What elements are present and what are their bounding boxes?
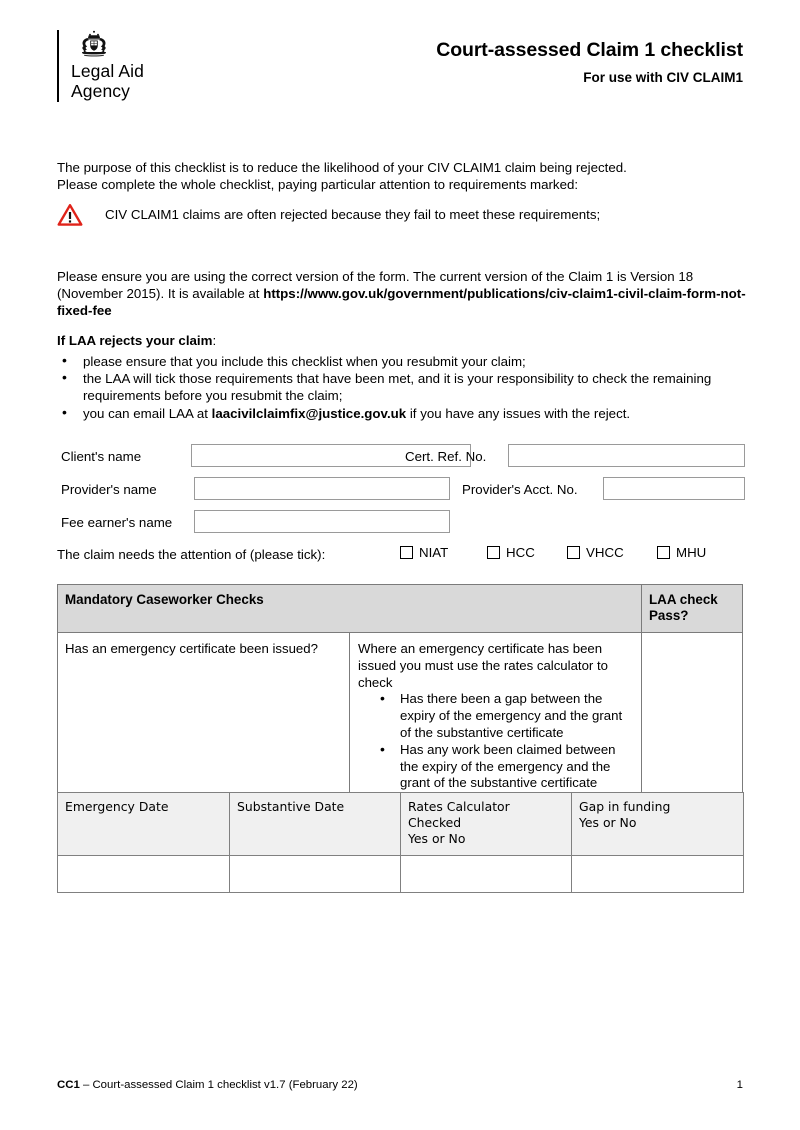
- clients-name-label: Client's name: [61, 449, 142, 464]
- logo-text-block: Legal Aid Agency: [71, 30, 144, 101]
- footer-text: CC1 – Court-assessed Claim 1 checklist v…: [57, 1078, 358, 1093]
- cell-substantive-date[interactable]: [229, 855, 401, 893]
- attention-label: The claim needs the attention of (please…: [57, 547, 326, 562]
- providers-acct-no-input[interactable]: [603, 477, 745, 500]
- warning-callout: CIV CLAIM1 claims are often rejected bec…: [57, 203, 747, 227]
- title-block: Court-assessed Claim 1 checklist For use…: [436, 38, 743, 88]
- table-header-row: Mandatory Caseworker Checks LAA check Pa…: [57, 584, 743, 633]
- list-item: please ensure that you include this chec…: [57, 352, 747, 370]
- attention-tick-row: The claim needs the attention of (please…: [57, 545, 747, 565]
- laa-check-header-line2: Pass?: [649, 608, 689, 623]
- bullet-text: please ensure that you include this chec…: [83, 354, 526, 369]
- version-paragraph: Please ensure you are using the correct …: [57, 269, 747, 319]
- fee-earners-name-input[interactable]: [194, 510, 450, 533]
- checkbox-label: VHCC: [586, 545, 624, 560]
- reject-section-bullets: please ensure that you include this chec…: [57, 352, 747, 422]
- column-header-emergency-date: Emergency Date: [57, 792, 230, 856]
- column-header-substantive-date: Substantive Date: [229, 792, 401, 856]
- cell-rates-calculator-checked[interactable]: [400, 855, 572, 893]
- laa-check-header-line1: LAA check: [649, 592, 718, 607]
- bullet-text-prefix: you can email LAA at: [83, 405, 212, 421]
- cert-ref-no-input[interactable]: [508, 444, 745, 467]
- checkbox-box-icon[interactable]: [657, 546, 670, 559]
- checkbox-label: NIAT: [419, 545, 449, 560]
- page-header: Legal Aid Agency Court-assessed Claim 1 …: [57, 30, 743, 116]
- column-header-line1: Substantive Date: [237, 799, 345, 814]
- check-detail-intro: Where an emergency certificate has been …: [358, 641, 608, 690]
- checkbox-hcc[interactable]: HCC: [487, 545, 535, 560]
- organisation-name-line1: Legal Aid: [71, 61, 144, 81]
- column-header-line1: Emergency Date: [65, 799, 169, 814]
- form-row-client: Client's name Cert. Ref. No.: [57, 444, 747, 477]
- claim-details-form: Client's name Cert. Ref. No. Provider's …: [57, 444, 747, 543]
- dates-table: Emergency Date Substantive Date Rates Ca…: [57, 792, 744, 893]
- form-row-fee-earner: Fee earner's name: [57, 510, 747, 543]
- document-page: Legal Aid Agency Court-assessed Claim 1 …: [0, 0, 800, 1130]
- checkbox-mhu[interactable]: MHU: [657, 545, 706, 560]
- providers-name-label: Provider's name: [61, 482, 157, 497]
- list-item: Has any work been claimed between the ex…: [358, 741, 633, 792]
- checkbox-box-icon[interactable]: [400, 546, 413, 559]
- footer-doc-title: – Court-assessed Claim 1 checklist v1.7 …: [79, 1079, 358, 1091]
- cell-gap-in-funding[interactable]: [571, 855, 744, 893]
- checkbox-label: MHU: [676, 545, 707, 560]
- list-item: you can email LAA at laacivilclaimfix@ju…: [57, 404, 747, 422]
- cert-ref-no-label: Cert. Ref. No.: [405, 449, 487, 464]
- bullet-text-suffix: if you have any issues with the reject.: [406, 405, 631, 421]
- checkbox-box-icon[interactable]: [487, 546, 500, 559]
- list-item: Has there been a gap between the expiry …: [358, 690, 633, 741]
- column-header-line2: Yes or No: [579, 815, 637, 830]
- reject-section-heading-bold: If LAA rejects your claim: [57, 333, 213, 348]
- column-header-line2: Yes or No: [408, 831, 466, 846]
- table-row: [57, 855, 744, 893]
- column-header-line1: Rates Calculator Checked: [408, 799, 510, 830]
- checkbox-niat[interactable]: NIAT: [400, 545, 448, 560]
- footer-doc-code: CC1: [57, 1079, 80, 1091]
- warning-triangle-icon: [57, 204, 83, 226]
- cell-emergency-date[interactable]: [57, 855, 230, 893]
- fee-earners-name-label: Fee earner's name: [61, 515, 173, 530]
- checks-header-main: Mandatory Caseworker Checks: [57, 584, 642, 633]
- intro-line-1: The purpose of this checklist is to redu…: [57, 160, 627, 175]
- column-header-rates-calculator-checked: Rates Calculator Checked Yes or No: [400, 792, 572, 856]
- intro-line-2: Please complete the whole checklist, pay…: [57, 176, 579, 192]
- page-number: 1: [736, 1079, 743, 1091]
- intro-paragraph: The purpose of this checklist is to redu…: [57, 160, 747, 194]
- column-header-gap-in-funding: Gap in funding Yes or No: [571, 792, 744, 856]
- form-row-provider: Provider's name Provider's Acct. No.: [57, 477, 747, 510]
- providers-name-input[interactable]: [194, 477, 450, 500]
- organisation-name-line2: Agency: [71, 81, 130, 101]
- column-header-line1: Gap in funding: [579, 799, 671, 814]
- bullet-text: the LAA will tick those requirements tha…: [83, 371, 712, 404]
- table-header-row: Emergency Date Substantive Date Rates Ca…: [57, 792, 744, 856]
- checkbox-label: HCC: [506, 545, 535, 560]
- page-subtitle: For use with CIV CLAIM1: [583, 70, 743, 85]
- page-title: Court-assessed Claim 1 checklist: [436, 39, 743, 61]
- providers-acct-no-label: Provider's Acct. No.: [462, 482, 578, 497]
- reject-section-heading-suffix: :: [212, 333, 217, 348]
- checkbox-vhcc[interactable]: VHCC: [567, 545, 624, 560]
- laa-email-link[interactable]: laacivilclaimfix@justice.gov.uk: [212, 406, 407, 421]
- checkbox-box-icon[interactable]: [567, 546, 580, 559]
- list-item: the LAA will tick those requirements tha…: [57, 369, 747, 404]
- check-detail-bullets: Has there been a gap between the expiry …: [358, 690, 633, 792]
- checks-header-laa-check: LAA check Pass?: [641, 584, 743, 633]
- page-footer: CC1 – Court-assessed Claim 1 checklist v…: [57, 1078, 743, 1094]
- royal-coat-of-arms-icon: [82, 30, 106, 57]
- warning-text: CIV CLAIM1 claims are often rejected bec…: [105, 206, 601, 222]
- logo-vertical-rule: [57, 30, 59, 102]
- laa-logo: Legal Aid Agency: [57, 30, 144, 102]
- reject-section-heading: If LAA rejects your claim:: [57, 333, 216, 350]
